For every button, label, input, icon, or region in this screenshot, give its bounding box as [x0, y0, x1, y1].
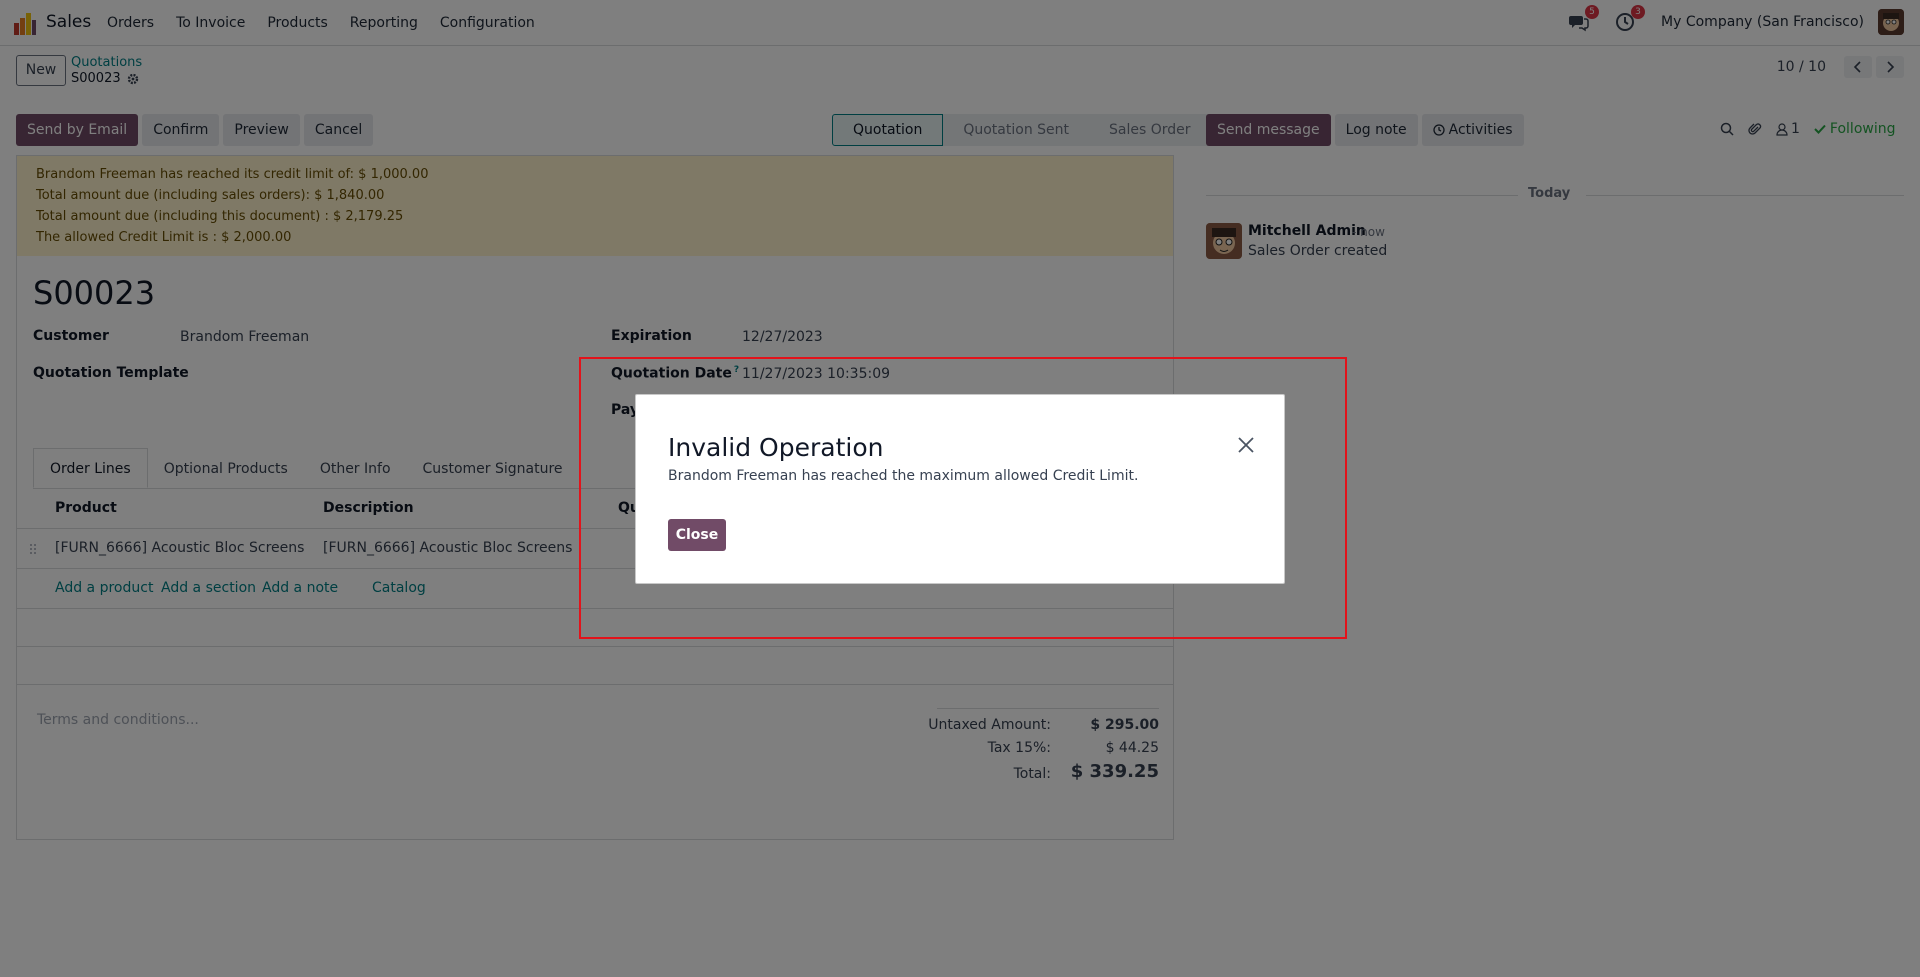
close-button[interactable]: Close [668, 519, 726, 551]
dialog-message: Brandom Freeman has reached the maximum … [668, 468, 1139, 484]
close-icon[interactable] [1236, 435, 1256, 455]
invalid-operation-dialog: Invalid Operation Brandom Freeman has re… [635, 394, 1285, 584]
dialog-title: Invalid Operation [668, 433, 884, 462]
